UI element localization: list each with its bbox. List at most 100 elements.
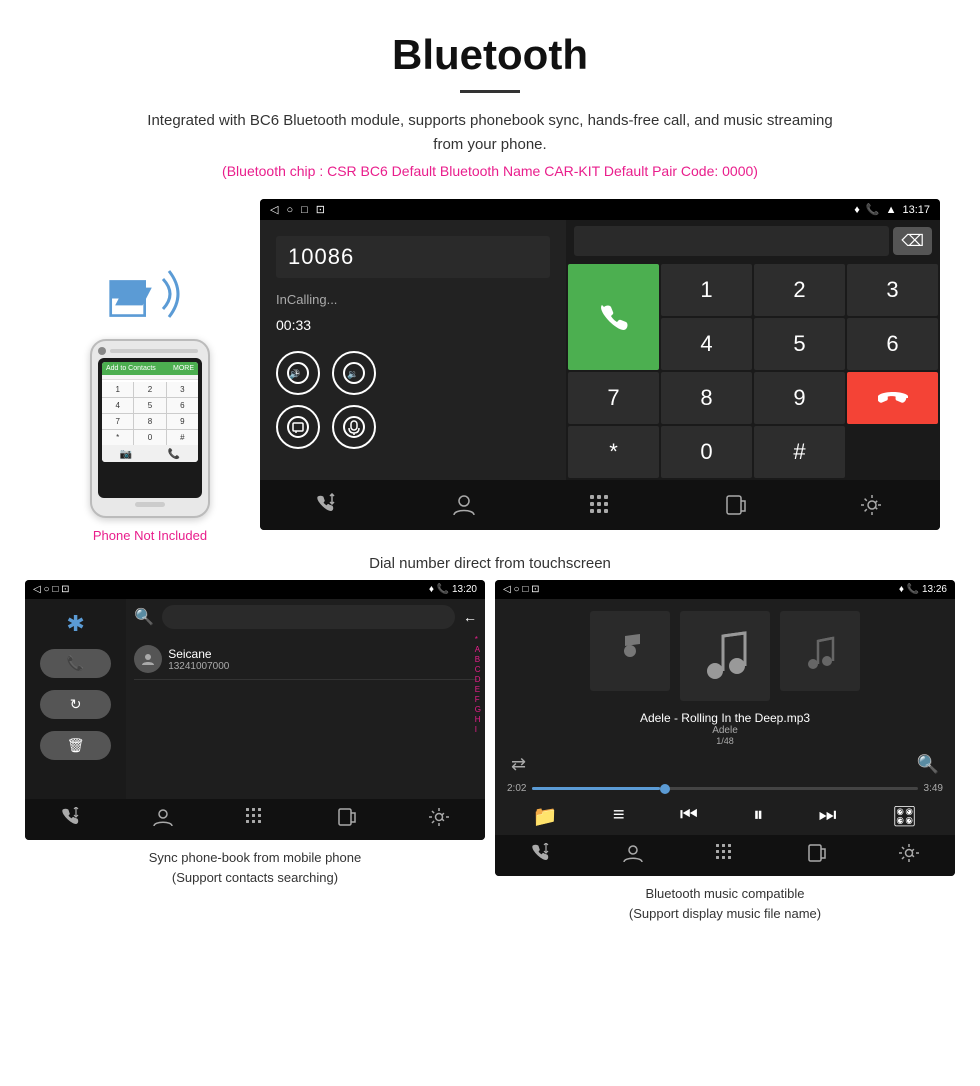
music-nav-dialpad[interactable] (714, 843, 736, 868)
music-transfer-nav-icon (806, 843, 828, 863)
phone-key-hash[interactable]: # (167, 430, 198, 445)
pb-contact-info: Seicane 13241007000 (168, 647, 229, 672)
pb-back-icon[interactable]: ← (463, 609, 477, 625)
numpad-key-5[interactable]: 5 (754, 318, 845, 370)
call-button[interactable] (568, 264, 659, 370)
dial-controls-row1: + 🔊 🔉 (276, 351, 550, 395)
numpad-key-8[interactable]: 8 (661, 372, 752, 424)
phone-key-4[interactable]: 4 (102, 398, 133, 413)
volume-down-button[interactable]: 🔉 (332, 351, 376, 395)
music-progress-row: 2:02 3:49 (495, 779, 955, 798)
phone-key-9[interactable]: 9 (167, 414, 198, 429)
pb-nav-dialpad[interactable] (244, 807, 266, 832)
phone-key-0[interactable]: 0 (134, 430, 165, 445)
car-bottom-nav (260, 480, 940, 530)
volume-up-button[interactable]: + 🔊 (276, 351, 320, 395)
phone-camera (98, 347, 106, 355)
numpad-key-star[interactable]: * (568, 426, 659, 478)
pb-alpha-i: I (475, 725, 481, 734)
pb-search-input[interactable] (162, 605, 455, 629)
numpad-key-3[interactable]: 3 (847, 264, 938, 316)
settings-icon (859, 493, 885, 517)
phone-key-5[interactable]: 5 (134, 398, 165, 413)
pb-search-row: 🔍 ← (126, 599, 485, 635)
pb-alpha-b: B (475, 655, 481, 664)
pb-nav-call[interactable] (60, 807, 82, 832)
music-bottom-nav (495, 835, 955, 876)
phone-contacts-label (102, 375, 198, 380)
music-nav-transfer[interactable] (806, 843, 828, 868)
music-art-right (780, 611, 860, 691)
music-info: Adele - Rolling In the Deep.mp3 Adele 1/… (495, 707, 955, 750)
call-transfer-nav-icon[interactable] (308, 490, 348, 520)
pb-nav-contacts[interactable] (152, 807, 174, 832)
phone-key-2[interactable]: 2 (134, 382, 165, 397)
contacts-icon (451, 493, 477, 517)
pb-contact-item[interactable]: Seicane 13241007000 (134, 639, 477, 680)
pb-nav-transfer[interactable] (336, 807, 358, 832)
prev-track-icon[interactable]: ⏮ (680, 804, 698, 829)
pb-nav-home: ○ (43, 584, 49, 595)
numpad-key-1[interactable]: 1 (661, 264, 752, 316)
folder-icon[interactable]: 📁 (533, 804, 558, 829)
search-icon[interactable]: 🔍 (917, 754, 939, 775)
pb-bottom-nav (25, 799, 485, 840)
phone-screen-label: Add to Contacts (106, 365, 156, 372)
equalizer-icon[interactable]: 🎛 (892, 804, 917, 829)
pb-alpha-d: D (475, 675, 481, 684)
phone-key-8[interactable]: 8 (134, 414, 165, 429)
bluetooth-icon-area: ⬒ ▰ (105, 259, 195, 329)
nav-extra-icon: ⊡ (316, 203, 325, 216)
phone-key-6[interactable]: 6 (167, 398, 198, 413)
contacts-nav-icon[interactable] (444, 490, 484, 520)
dialpad-nav-icon[interactable] (580, 490, 620, 520)
microphone-button[interactable] (332, 405, 376, 449)
numpad-delete-button[interactable]: ⌫ (893, 227, 932, 255)
main-section: ⬒ ▰ Add to Contacts MORE (0, 189, 980, 543)
pb-alpha-e: E (475, 685, 481, 694)
pb-call-btn[interactable]: 📞 (40, 649, 111, 678)
phone-key-3[interactable]: 3 (167, 382, 198, 397)
settings-nav-icon[interactable] (852, 490, 892, 520)
numpad-key-0[interactable]: 0 (661, 426, 752, 478)
transfer-button[interactable] (276, 405, 320, 449)
phone-key-7[interactable]: 7 (102, 414, 133, 429)
pb-status-left: ◁ ○ □ ⊡ (33, 584, 70, 595)
music-settings-nav-icon (898, 843, 920, 863)
numpad-key-6[interactable]: 6 (847, 318, 938, 370)
pb-delete-btn[interactable]: 🗑 (40, 731, 111, 760)
music-nav-settings[interactable] (898, 843, 920, 868)
numpad-key-hash[interactable]: # (754, 426, 845, 478)
phone-call-icon[interactable]: 📞 (168, 449, 180, 460)
pb-search-icon[interactable]: 🔍 (134, 607, 154, 627)
numpad-key-2[interactable]: 2 (754, 264, 845, 316)
numpad-key-4[interactable]: 4 (661, 318, 752, 370)
playlist-icon[interactable]: ≡ (613, 804, 625, 829)
music-nav-contacts[interactable] (622, 843, 644, 868)
music-controls: 📁 ≡ ⏮ ⏸ ⏭ 🎛 (495, 798, 955, 835)
call-timer: 00:33 (276, 317, 550, 333)
pb-body: ✱ 📞 ↻ 🗑 🔍 ← * A (25, 599, 485, 799)
wifi-icon: ▲ (886, 204, 897, 216)
pb-alphabet-sidebar: * A B C D E F G H I (475, 635, 481, 734)
phone-key-star[interactable]: * (102, 430, 133, 445)
shuffle-icon[interactable]: ⇄ (511, 754, 526, 775)
phone-top-bar (98, 347, 202, 355)
dial-left-panel: 10086 InCalling... 00:33 + 🔊 (260, 220, 566, 480)
pb-bluetooth-icon[interactable]: ✱ (66, 611, 84, 637)
play-pause-icon[interactable]: ⏸ (753, 804, 763, 829)
pb-sync-btn[interactable]: ↻ (40, 690, 111, 719)
pb-nav-recent: □ (52, 584, 58, 595)
numpad-key-7[interactable]: 7 (568, 372, 659, 424)
nav-back-icon: ◁ (270, 203, 278, 216)
transfer2-nav-icon[interactable] (716, 490, 756, 520)
music-nav-call[interactable] (530, 843, 552, 868)
next-track-icon[interactable]: ⏭ (819, 804, 837, 829)
pb-nav-settings[interactable] (428, 807, 450, 832)
pb-phone-icon: 📞 (437, 584, 449, 595)
phone-key-1[interactable]: 1 (102, 382, 133, 397)
music-art-main (680, 611, 770, 701)
hangup-button[interactable] (847, 372, 938, 424)
numpad-key-9[interactable]: 9 (754, 372, 845, 424)
music-progress-bar[interactable] (532, 787, 917, 790)
